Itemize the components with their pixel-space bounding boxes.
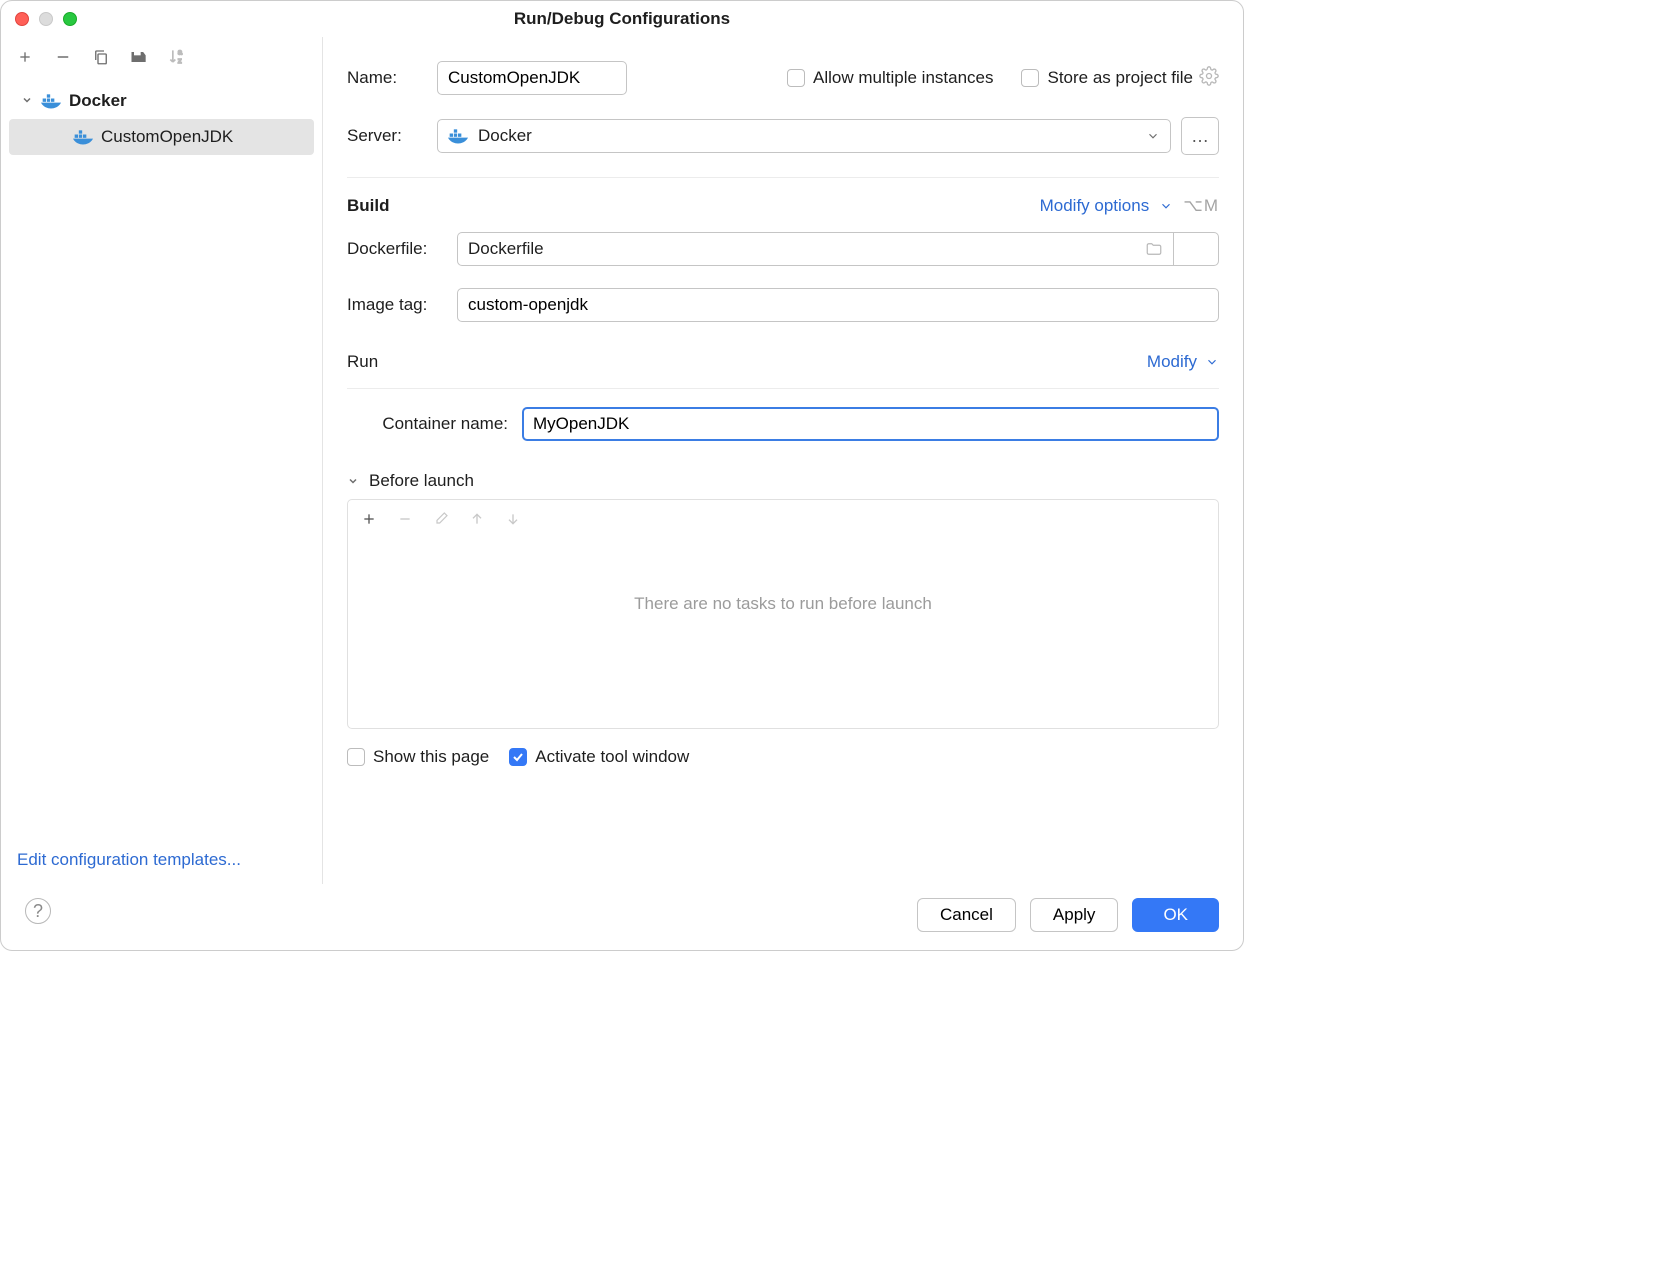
edit-templates-link[interactable]: Edit configuration templates... (17, 850, 241, 869)
activate-tool-checkbox[interactable]: Activate tool window (509, 747, 689, 767)
show-page-label: Show this page (373, 747, 489, 767)
dockerfile-row: Dockerfile: Dockerfile (347, 232, 1219, 266)
container-name-label: Container name: (347, 414, 522, 434)
edit-templates-link-row: Edit configuration templates... (1, 836, 322, 884)
bottom-checkboxes: Show this page Activate tool window (347, 747, 1219, 767)
checkbox-box (347, 748, 365, 766)
tree-item-label: CustomOpenJDK (101, 127, 233, 147)
help-icon[interactable]: ? (25, 898, 51, 924)
before-launch-toolbar (348, 500, 1218, 538)
add-config-icon[interactable] (15, 47, 35, 67)
before-launch-placeholder: There are no tasks to run before launch (348, 538, 1218, 614)
run-modify-link[interactable]: Modify (1147, 352, 1197, 372)
move-up-icon (468, 510, 486, 528)
config-tree: Docker CustomOpenJDK (1, 79, 322, 836)
build-title: Build (347, 196, 390, 216)
docker-icon (448, 128, 468, 144)
folder-icon[interactable] (1145, 240, 1163, 258)
titlebar: Run/Debug Configurations (1, 1, 1243, 37)
footer: ? Cancel Apply OK (1, 884, 1243, 950)
gear-icon[interactable] (1199, 66, 1219, 91)
container-name-input[interactable] (522, 407, 1219, 441)
copy-config-icon[interactable] (91, 47, 111, 67)
chevron-down-icon (347, 475, 359, 487)
window-title: Run/Debug Configurations (15, 9, 1229, 29)
before-launch-panel: There are no tasks to run before launch (347, 499, 1219, 729)
svg-text:z: z (178, 56, 182, 65)
name-row: Name: Allow multiple instances Store as … (347, 61, 1219, 95)
ok-button[interactable]: OK (1132, 898, 1219, 932)
run-title: Run (347, 352, 378, 372)
show-page-checkbox[interactable]: Show this page (347, 747, 489, 767)
chevron-down-icon (1205, 355, 1219, 369)
name-input[interactable] (437, 61, 627, 95)
content-panel: Name: Allow multiple instances Store as … (323, 37, 1243, 884)
docker-icon (73, 129, 93, 145)
remove-task-icon (396, 510, 414, 528)
minimize-window-icon (39, 12, 53, 26)
add-task-icon[interactable] (360, 510, 378, 528)
docker-icon (41, 93, 61, 109)
checkbox-box (787, 69, 805, 87)
checkbox-box (509, 748, 527, 766)
sidebar: az Docker CustomOpenJDK Edit configurati… (1, 37, 323, 884)
sidebar-toolbar: az (1, 37, 322, 79)
cancel-button[interactable]: Cancel (917, 898, 1016, 932)
allow-multiple-checkbox[interactable]: Allow multiple instances (787, 68, 993, 88)
modify-options-shortcut: ⌥M (1183, 196, 1219, 216)
server-row: Server: Docker … (347, 117, 1219, 155)
window-controls (15, 12, 77, 26)
allow-multiple-label: Allow multiple instances (813, 68, 993, 88)
store-project-file-checkbox[interactable]: Store as project file (1021, 68, 1193, 88)
server-select[interactable]: Docker (437, 119, 1171, 153)
dockerfile-label: Dockerfile: (347, 239, 457, 259)
save-config-icon[interactable] (129, 47, 149, 67)
checkbox-box (1021, 69, 1039, 87)
modify-options-link[interactable]: Modify options (1040, 196, 1150, 216)
chevron-down-icon[interactable] (21, 94, 33, 109)
maximize-window-icon[interactable] (63, 12, 77, 26)
dockerfile-value: Dockerfile (468, 239, 544, 259)
chevron-down-icon (1146, 129, 1160, 143)
tree-group-docker[interactable]: Docker (1, 83, 322, 119)
dockerfile-input[interactable]: Dockerfile (457, 232, 1173, 266)
tree-group-label: Docker (69, 91, 127, 111)
sort-config-icon[interactable]: az (167, 47, 187, 67)
remove-config-icon[interactable] (53, 47, 73, 67)
server-value: Docker (478, 126, 532, 146)
chevron-down-icon (1159, 199, 1173, 213)
edit-task-icon (432, 510, 450, 528)
before-launch-header[interactable]: Before launch (347, 471, 1219, 491)
server-label: Server: (347, 126, 437, 146)
tree-item-customopenjdk[interactable]: CustomOpenJDK (9, 119, 314, 155)
image-tag-row: Image tag: (347, 288, 1219, 322)
image-tag-label: Image tag: (347, 295, 457, 315)
before-launch-title: Before launch (369, 471, 474, 491)
dockerfile-input-combo: Dockerfile (457, 232, 1219, 266)
apply-button[interactable]: Apply (1030, 898, 1119, 932)
store-project-file-label: Store as project file (1047, 68, 1193, 88)
build-section-header: Build Modify options ⌥M (347, 196, 1219, 216)
dockerfile-history-button[interactable] (1173, 232, 1219, 266)
activate-tool-label: Activate tool window (535, 747, 689, 767)
server-browse-button[interactable]: … (1181, 117, 1219, 155)
main-area: az Docker CustomOpenJDK Edit configurati… (1, 37, 1243, 884)
close-window-icon[interactable] (15, 12, 29, 26)
image-tag-input[interactable] (457, 288, 1219, 322)
move-down-icon (504, 510, 522, 528)
name-label: Name: (347, 68, 437, 88)
container-name-row: Container name: (347, 407, 1219, 441)
run-section-header: Run Modify (347, 352, 1219, 372)
